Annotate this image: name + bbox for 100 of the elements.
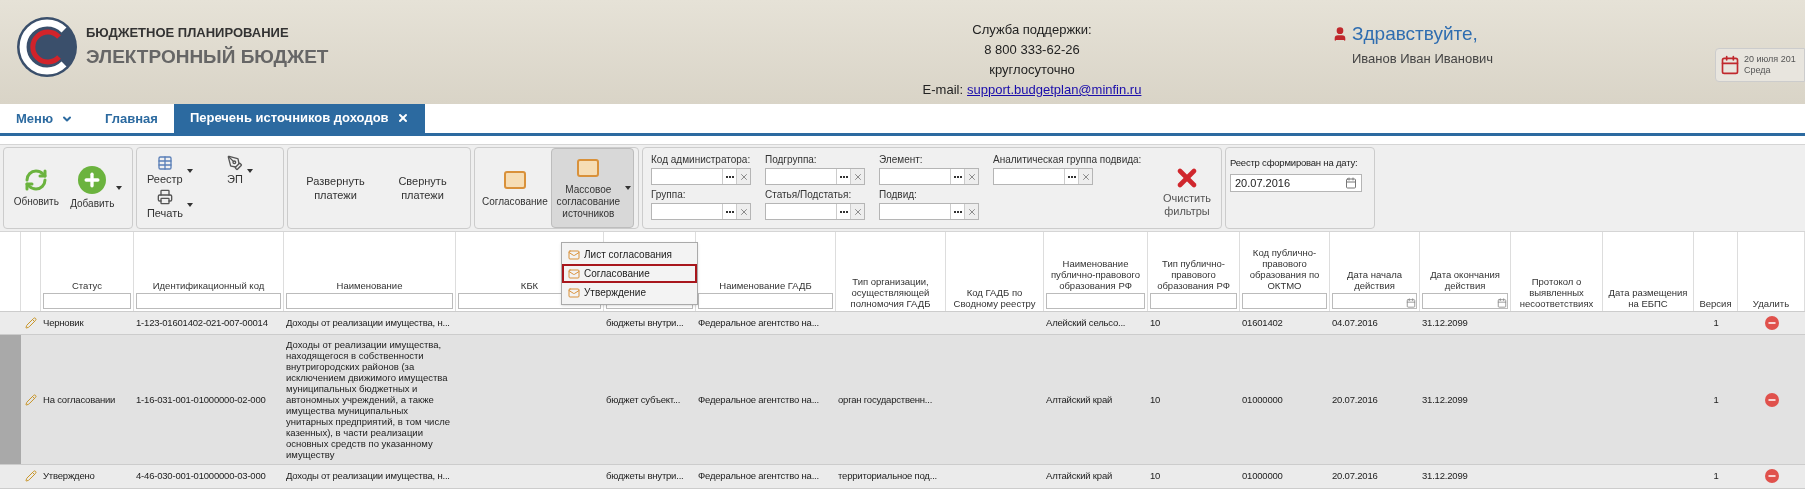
table-cell-text: Доходы от реализации имущества, находящегося в собственности внутригородских районов (за исключением движимого имущества муниципальных бюджетных и автономных учреждений, а также имущества муниципальных унитарных предприятий, в том числе казенных), в части реализации основных средств по указанному имуществу <box>286 339 451 461</box>
table-cell: Алтайский край <box>1046 393 1113 405</box>
caret-icon[interactable] <box>187 203 193 208</box>
column-header[interactable]: Удалить <box>1740 298 1802 309</box>
pen-icon <box>227 154 243 171</box>
menu-button[interactable]: Меню <box>0 105 89 133</box>
date-field[interactable]: 20.07.2016 <box>1230 174 1362 193</box>
table-cell: Доходы от реализации имущества, н... <box>286 470 450 482</box>
refresh-icon <box>24 168 49 192</box>
delete-icon[interactable] <box>1764 392 1779 407</box>
lookup-field[interactable] <box>765 168 865 185</box>
column-header[interactable]: Версия <box>1696 298 1735 309</box>
column-header[interactable]: Наименование ГАДБ <box>698 280 833 291</box>
row-selection-marker[interactable] <box>0 335 21 465</box>
table-cell: 31.12.2099 <box>1422 470 1468 482</box>
delete-icon[interactable] <box>1764 469 1779 484</box>
table-cell: 4-46-030-001-01000000-03-000 <box>136 470 266 482</box>
filter-label: Код администратора: <box>651 153 752 167</box>
column-header[interactable]: Протокол о выявленных несоответствиях <box>1513 276 1600 309</box>
user-name: Иванов Иван Иванович <box>1351 49 1495 68</box>
table-cell: Алтайский край <box>1046 470 1113 482</box>
table-cell: Доходы от реализации имущества, н... <box>286 317 450 328</box>
caret-icon[interactable] <box>116 186 123 190</box>
column-header[interactable]: Тип организации, осуществляющей полномочия ГАДБ <box>838 276 943 309</box>
filter-field[interactable] <box>136 293 281 309</box>
menu-item[interactable]: Утверждение <box>562 283 697 302</box>
toolbar-button[interactable]: Массовое согласование источников <box>550 148 634 228</box>
filter-field[interactable] <box>286 293 453 309</box>
close-icon[interactable] <box>396 112 409 124</box>
calendar-icon[interactable] <box>1345 177 1357 190</box>
menu-item[interactable]: Согласование <box>562 264 697 283</box>
calendar-icon[interactable] <box>1406 298 1416 308</box>
lookup-field[interactable] <box>879 203 979 220</box>
lookup-field[interactable] <box>879 168 979 185</box>
toolbar-button[interactable]: Развернуть платежи <box>295 169 376 207</box>
column-header[interactable]: Дата окончания действия <box>1422 269 1508 291</box>
clear-filters-button[interactable]: Очистить фильтры <box>1161 152 1213 218</box>
table-cell: территориальное под... <box>838 470 938 482</box>
support-phone: 8 800 333-62-26 <box>984 41 1080 59</box>
filter-label: Подвид: <box>879 188 918 202</box>
toolbar-button[interactable]: Свернуть платежи <box>382 169 463 207</box>
pencil-icon[interactable] <box>25 393 37 406</box>
column-header[interactable]: Код ГАДБ по Сводному реестру <box>948 287 1041 309</box>
nav-link[interactable]: Главная <box>89 105 174 133</box>
calendar-icon[interactable] <box>1497 298 1507 308</box>
pencil-icon[interactable] <box>25 470 37 483</box>
toolbar-button[interactable]: Добавить <box>67 148 126 228</box>
lookup-field[interactable] <box>993 168 1093 185</box>
toolbar-button[interactable]: Печать <box>141 188 198 223</box>
date-label: Реестр сформирован на дату: <box>1230 156 1359 170</box>
filter-field[interactable] <box>1242 293 1327 309</box>
filter-field[interactable] <box>1150 293 1237 309</box>
support-hours: круглосуточно <box>989 61 1075 79</box>
filter-label: Статья/Подстатья: <box>765 188 853 202</box>
column-header[interactable]: Код публично-правового образования по ОКТМО <box>1242 247 1327 291</box>
date-filter-field[interactable] <box>1422 293 1508 309</box>
toolbar-button[interactable]: Реестр <box>141 153 198 188</box>
table-row[interactable]: Черновик 1-123-01601402-021-007-00014 Доходы от реализации имущества, н... бюджеты внутри... Федеральное агентство на... Алейский сельсо... 10 01601402 04.07.2016 31.12.2099 1 <box>0 312 1805 336</box>
column-header[interactable]: Статус <box>43 280 131 291</box>
delete-icon[interactable] <box>1764 316 1779 331</box>
table-cell: бюджеты внутри... <box>606 317 684 328</box>
filter-field[interactable] <box>43 293 131 309</box>
toolbar-button[interactable]: ЭП <box>222 153 279 188</box>
column-header[interactable]: Наименование <box>286 280 453 291</box>
table-cell: 01601402 <box>1242 317 1283 328</box>
table-cell: орган государственн... <box>838 393 933 405</box>
table-cell: 1-16-031-001-01000000-02-000 <box>136 393 266 405</box>
table-cell: бюджеты внутри... <box>606 470 684 482</box>
table-row[interactable] <box>0 335 1805 466</box>
logo-title: ЭЛЕКТРОННЫЙ БЮДЖЕТ <box>86 44 329 69</box>
pencil-icon[interactable] <box>25 317 37 330</box>
column-header[interactable]: Идентификационный код <box>136 280 281 291</box>
column-header[interactable]: Наименование публично-правового образования РФ <box>1046 258 1145 291</box>
lookup-field[interactable] <box>765 203 865 220</box>
support-title: Служба поддержки: <box>972 21 1092 39</box>
toolbar-button[interactable]: Согласование <box>479 148 551 228</box>
menu-item[interactable]: Лист согласования <box>562 245 697 264</box>
table-cell: бюджет субъект... <box>606 393 681 405</box>
column-header[interactable]: Дата размещения на ЕБПС <box>1605 287 1691 309</box>
column-header[interactable]: Дата начала действия <box>1332 269 1417 291</box>
filter-field[interactable] <box>698 293 833 309</box>
table-cell: 1 <box>1713 470 1719 482</box>
caret-icon[interactable] <box>625 186 631 190</box>
column-header[interactable]: Тип публично-правового образования РФ <box>1150 258 1237 291</box>
toolbar-button[interactable]: Обновить <box>10 148 62 228</box>
table-cell: 01000000 <box>1242 393 1283 405</box>
table-row[interactable]: Утверждено 4-46-030-001-01000000-03-000 Доходы от реализации имущества, н... бюджеты внутри... Федеральное агентство на... территориальное под... Алтайский край 10 01000000 20.07.2016 31.12.2099 1 <box>0 465 1805 489</box>
table-cell: 10 <box>1150 317 1161 328</box>
filter-field[interactable] <box>1046 293 1145 309</box>
date-filter-field[interactable] <box>1332 293 1417 309</box>
table-cell: 31.12.2099 <box>1422 393 1468 405</box>
table-cell: 04.07.2016 <box>1332 317 1378 328</box>
lookup-field[interactable] <box>651 203 751 220</box>
greeting-text: Здравствуйте, <box>1352 22 1478 46</box>
email-link[interactable]: support.budgetplan@minfin.ru <box>967 80 1142 100</box>
tab[interactable]: Перечень источников доходов <box>173 103 425 133</box>
lookup-field[interactable] <box>651 168 751 185</box>
caret-icon[interactable] <box>186 168 193 173</box>
caret-icon[interactable] <box>247 168 253 173</box>
calendar-icon <box>1720 55 1740 75</box>
